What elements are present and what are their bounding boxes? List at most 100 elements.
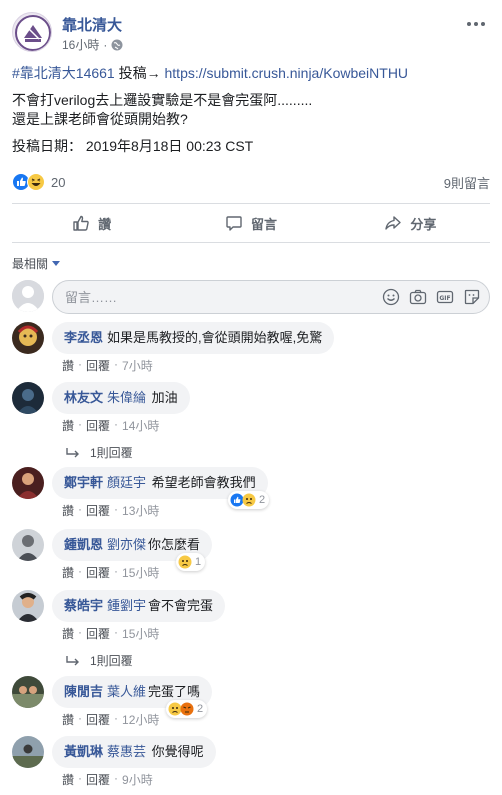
post-time[interactable]: 16小時 <box>62 36 99 53</box>
post-date-line: 投稿日期： 2019年8月18日 00:23 CST <box>12 138 254 154</box>
comment-input[interactable] <box>65 281 355 313</box>
comment-author[interactable]: 鍾凱恩 <box>64 537 103 552</box>
avatar-image-icon <box>12 529 44 561</box>
comment-time[interactable]: 9小時 <box>122 771 153 788</box>
hashtag-link[interactable]: #靠北清大14661 <box>12 65 115 81</box>
comment-like-link[interactable]: 讚 <box>62 502 74 519</box>
page-name[interactable]: 靠北清大 <box>62 14 122 35</box>
comment-mention[interactable]: 劉亦傑 <box>107 537 146 552</box>
comment-like-link[interactable]: 讚 <box>62 357 74 374</box>
comment-like-link[interactable]: 讚 <box>62 417 74 434</box>
comment-reply-link[interactable]: 回覆 <box>86 711 110 728</box>
commenter-avatar[interactable] <box>12 529 44 561</box>
commenter-avatar[interactable] <box>12 467 44 499</box>
svg-text:GIF: GIF <box>439 295 450 302</box>
post-text-line2: 還是上課老師會從頭開始教? <box>12 111 188 127</box>
more-options-icon[interactable] <box>464 18 488 30</box>
comment-reply-link[interactable]: 回覆 <box>86 625 110 642</box>
comment-actions: 讚 · 回覆 · 13小時 <box>62 502 160 519</box>
comment-reaction-summary[interactable]: 2 <box>166 700 208 718</box>
submit-url-link[interactable]: https://submit.crush.ninja/KowbeiNTHU <box>165 65 409 81</box>
comment-mention[interactable]: 顏廷宇 <box>107 475 146 490</box>
comment-time[interactable]: 15小時 <box>122 625 159 642</box>
comment-reply-link[interactable]: 回覆 <box>86 771 110 788</box>
comment-time[interactable]: 15小時 <box>122 564 159 581</box>
comment-author[interactable]: 陳閒吉 <box>64 684 103 699</box>
avatar-image-icon <box>12 322 44 354</box>
comment-text: 會不會完蛋 <box>148 598 214 613</box>
comment-text: 希望老師會教我們 <box>151 475 256 490</box>
commenter-avatar[interactable] <box>12 736 44 768</box>
action-bar: 讚 留言 分享 <box>12 203 490 243</box>
haha-reaction-icon <box>27 173 45 191</box>
comment-mention[interactable]: 蔡惠芸 <box>107 744 146 759</box>
chevron-down-icon <box>52 261 61 266</box>
comment-sort-dropdown[interactable]: 最相關 <box>12 255 61 272</box>
comment-icon <box>226 216 242 231</box>
share-button[interactable]: 分享 <box>331 204 490 242</box>
comment-reply-link[interactable]: 回覆 <box>86 564 110 581</box>
comment-author[interactable]: 蔡皓宇 <box>64 598 103 613</box>
comment-reaction-summary[interactable]: 2 <box>228 491 270 509</box>
gif-icon[interactable]: GIF <box>436 288 454 306</box>
comment-reply-link[interactable]: 回覆 <box>86 417 110 434</box>
view-replies-link[interactable]: 1則回覆 <box>64 444 133 461</box>
comment-actions: 讚 · 回覆 · 15小時 <box>62 625 160 642</box>
comment-author[interactable]: 鄭宇軒 <box>64 475 103 490</box>
like-button[interactable]: 讚 <box>12 204 171 242</box>
sad-reaction-icon <box>178 555 192 569</box>
avatar-image-icon <box>12 382 44 414</box>
comment-count[interactable]: 9則留言 <box>444 173 490 192</box>
comment-composer: GIF <box>12 280 490 314</box>
comment-mention[interactable]: 葉人維 <box>107 684 146 699</box>
comment-mention[interactable]: 朱偉綸 <box>107 390 146 405</box>
sticker-icon[interactable] <box>463 288 481 306</box>
commenter-avatar[interactable] <box>12 676 44 708</box>
comment-reaction-summary[interactable]: 1 <box>176 553 206 571</box>
reaction-count: 20 <box>51 174 66 190</box>
comment-bubble: 蔡皓宇 鍾劉宇 會不會完蛋 <box>52 590 226 622</box>
reaction-summary[interactable]: 20 <box>12 173 65 191</box>
comment-like-link[interactable]: 讚 <box>62 771 74 788</box>
avatar-image-icon <box>12 736 44 768</box>
comment-text: 完蛋了嗎 <box>148 684 201 699</box>
comment-time[interactable]: 12小時 <box>122 711 159 728</box>
comment-actions: 讚 · 回覆 · 9小時 <box>62 771 153 788</box>
sort-label: 最相關 <box>12 257 49 271</box>
like-label: 讚 <box>98 216 112 232</box>
comment-time[interactable]: 7小時 <box>122 357 153 374</box>
comment-author[interactable]: 林友文 <box>64 390 103 405</box>
replies-count: 1則回覆 <box>90 654 133 668</box>
emoji-icon[interactable] <box>382 288 400 306</box>
comment-like-link[interactable]: 讚 <box>62 564 74 581</box>
reply-arrow-icon <box>66 447 79 457</box>
comment-time[interactable]: 13小時 <box>122 502 159 519</box>
post-tag-line: #靠北清大14661 投稿→ https://submit.crush.ninj… <box>12 64 492 83</box>
thumbs-up-icon <box>73 215 89 231</box>
comment-reply-link[interactable]: 回覆 <box>86 357 110 374</box>
submit-text: 投稿→ <box>118 65 161 81</box>
page-avatar[interactable] <box>12 12 52 52</box>
commenter-avatar[interactable] <box>12 382 44 414</box>
comment-time[interactable]: 14小時 <box>122 417 159 434</box>
comment-reply-link[interactable]: 回覆 <box>86 502 110 519</box>
comment-mention[interactable]: 鍾劉宇 <box>107 598 146 613</box>
comment-button[interactable]: 留言 <box>171 204 330 242</box>
comment-label: 留言 <box>250 216 277 232</box>
view-replies-link[interactable]: 1則回覆 <box>64 652 133 669</box>
comment-actions: 讚 · 回覆 · 14小時 <box>62 417 160 434</box>
reactions-row: 20 9則留言 <box>12 171 490 193</box>
comment-text: 你覺得呢 <box>151 744 204 759</box>
avatar-image-icon <box>12 676 44 708</box>
comment-author[interactable]: 李丞恩 <box>64 330 103 345</box>
share-icon <box>385 216 402 230</box>
comment-reaction-count: 1 <box>195 556 202 568</box>
commenter-avatar[interactable] <box>12 322 44 354</box>
composer-icons: GIF <box>382 288 481 306</box>
camera-icon[interactable] <box>409 288 427 306</box>
comment-like-link[interactable]: 讚 <box>62 625 74 642</box>
commenter-avatar[interactable] <box>12 590 44 622</box>
globe-icon <box>111 39 123 50</box>
comment-author[interactable]: 黃凱琳 <box>64 744 103 759</box>
comment-like-link[interactable]: 讚 <box>62 711 74 728</box>
